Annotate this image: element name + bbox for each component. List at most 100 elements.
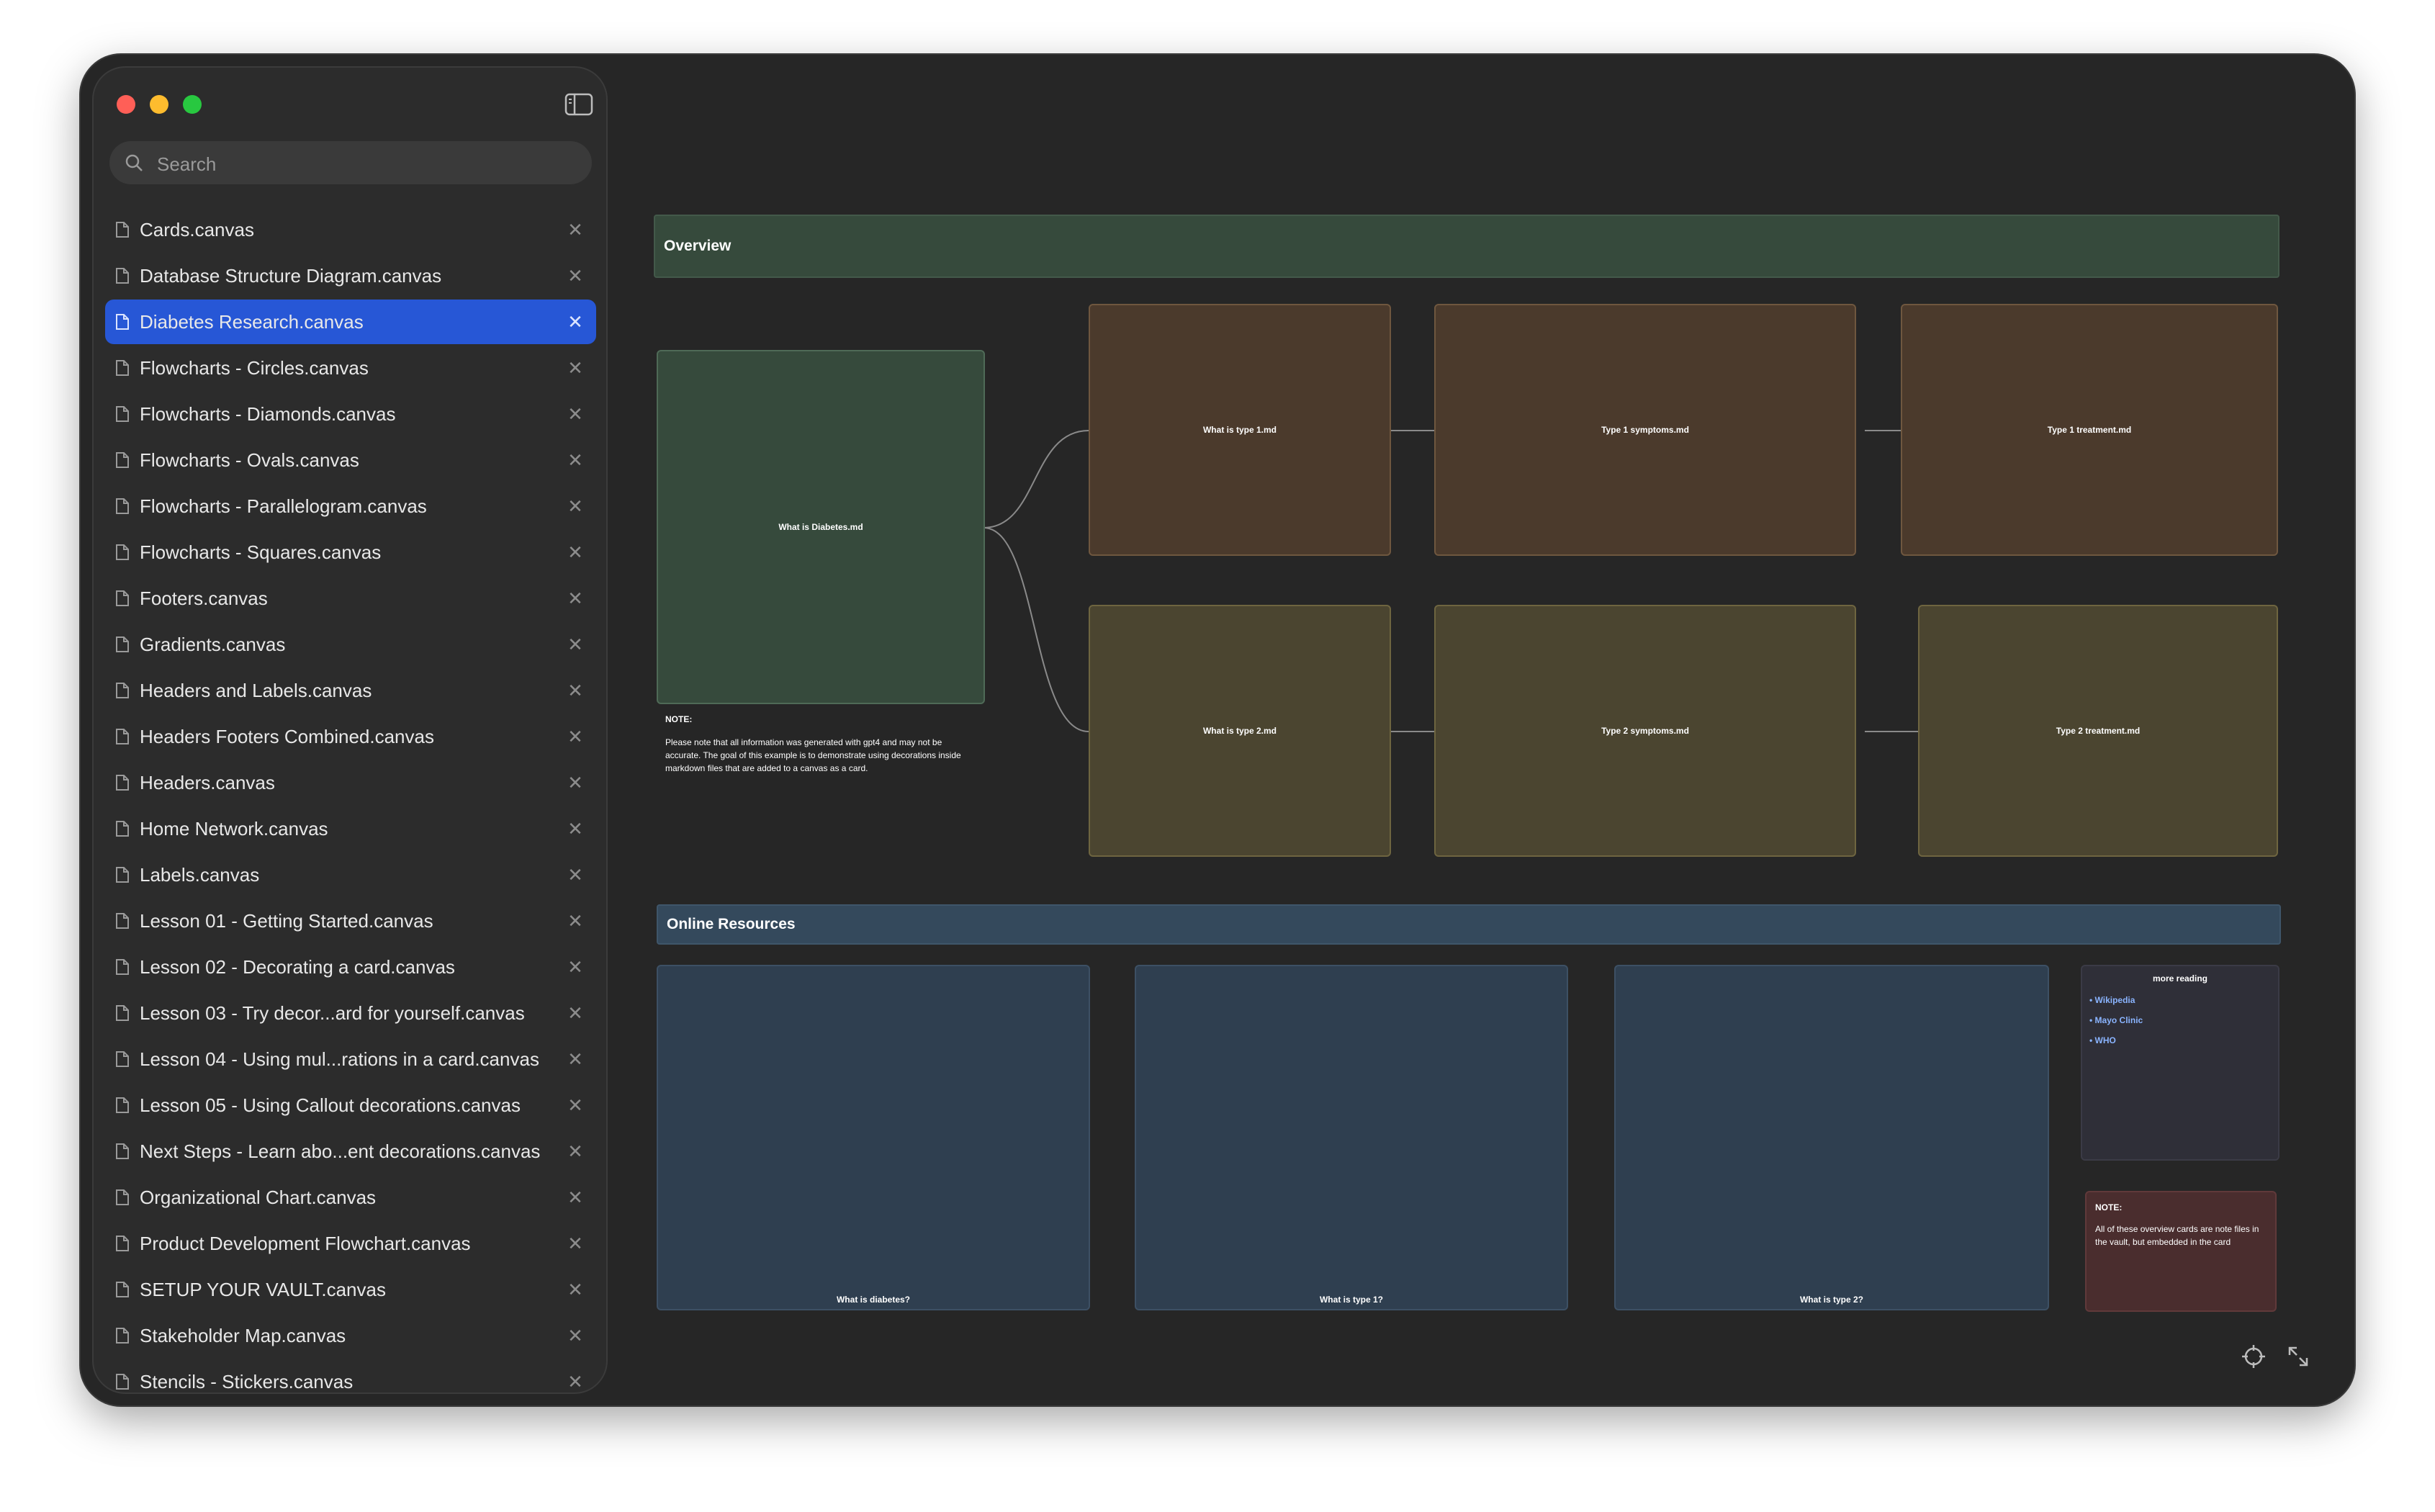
sidebar-file-item[interactable]: Lesson 01 - Getting Started.canvas ✕ [105, 899, 596, 943]
sidebar-file-item[interactable]: Lesson 03 - Try decor...ard for yourself… [105, 991, 596, 1035]
file-label: Stakeholder Map.canvas [140, 1324, 346, 1346]
file-label: Footers.canvas [140, 587, 268, 609]
maximize-window-button[interactable] [183, 95, 202, 114]
close-icon[interactable]: ✕ [564, 1187, 586, 1208]
sidebar-file-item[interactable]: Stakeholder Map.canvas ✕ [105, 1313, 596, 1358]
link-wikipedia[interactable]: • Wikipedia [2089, 995, 2143, 1005]
sidebar-file-item[interactable]: Diabetes Research.canvas ✕ [105, 300, 596, 344]
sidebar-file-item[interactable]: Lesson 05 - Using Callout decorations.ca… [105, 1083, 596, 1128]
sidebar-file-item[interactable]: Lesson 04 - Using mul...rations in a car… [105, 1037, 596, 1081]
card-type1-treatment[interactable]: Type 1 treatment.md [1901, 304, 2278, 556]
sidebar-file-item[interactable]: Database Structure Diagram.canvas ✕ [105, 253, 596, 298]
close-icon[interactable]: ✕ [564, 1279, 586, 1300]
close-icon[interactable]: ✕ [564, 864, 586, 886]
note-gpt4-disclaimer[interactable]: NOTE: Please note that all information w… [665, 713, 975, 775]
file-label: SETUP YOUR VAULT.canvas [140, 1278, 386, 1300]
file-icon [115, 1235, 130, 1252]
minimize-window-button[interactable] [150, 95, 168, 114]
close-icon[interactable]: ✕ [564, 311, 586, 333]
close-icon[interactable]: ✕ [564, 1048, 586, 1070]
close-icon[interactable]: ✕ [564, 1325, 586, 1346]
sidebar-file-item[interactable]: Flowcharts - Squares.canvas ✕ [105, 530, 596, 575]
card-online-what-is-diabetes[interactable]: What is diabetes? [657, 965, 1090, 1310]
search-input[interactable]: Search [109, 141, 592, 184]
card-title: Type 1 treatment.md [2047, 425, 2132, 435]
close-icon[interactable]: ✕ [564, 634, 586, 655]
sidebar-file-item[interactable]: Home Network.canvas ✕ [105, 806, 596, 851]
close-window-button[interactable] [117, 95, 135, 114]
file-icon [115, 1327, 130, 1344]
card-what-is-type1[interactable]: What is type 1.md [1089, 304, 1391, 556]
close-icon[interactable]: ✕ [564, 495, 586, 517]
sidebar-file-item[interactable]: Lesson 02 - Decorating a card.canvas ✕ [105, 945, 596, 989]
fullscreen-icon[interactable] [2284, 1342, 2313, 1371]
sidebar-file-item[interactable]: Labels.canvas ✕ [105, 852, 596, 897]
card-title: What is type 2? [1799, 1295, 1863, 1305]
sidebar-file-item[interactable]: Stencils - Stickers.canvas ✕ [105, 1359, 596, 1392]
close-icon[interactable]: ✕ [564, 357, 586, 379]
sidebar-file-item[interactable]: Headers.canvas ✕ [105, 760, 596, 805]
card-note-overview-cards[interactable]: NOTE: All of these overview cards are no… [2085, 1191, 2277, 1312]
close-icon[interactable]: ✕ [564, 1233, 586, 1254]
close-icon[interactable]: ✕ [564, 1094, 586, 1116]
sidebar-file-item[interactable]: Flowcharts - Circles.canvas ✕ [105, 346, 596, 390]
close-icon[interactable]: ✕ [564, 818, 586, 840]
card-title: What is type 1.md [1202, 425, 1277, 435]
card-what-is-diabetes[interactable]: What is Diabetes.md [657, 350, 985, 704]
recenter-icon[interactable] [2239, 1342, 2268, 1371]
file-label: Labels.canvas [140, 863, 260, 886]
close-icon[interactable]: ✕ [564, 772, 586, 793]
sidebar-file-item[interactable]: Organizational Chart.canvas ✕ [105, 1175, 596, 1220]
link-who[interactable]: • WHO [2089, 1035, 2143, 1045]
close-icon[interactable]: ✕ [564, 910, 586, 932]
file-icon [115, 682, 130, 699]
file-icon [115, 1097, 130, 1114]
link-mayo-clinic[interactable]: • Mayo Clinic [2089, 1015, 2143, 1025]
file-label: Product Development Flowchart.canvas [140, 1232, 471, 1254]
file-label: Cards.canvas [140, 218, 254, 240]
card-type2-treatment[interactable]: Type 2 treatment.md [1918, 605, 2278, 857]
sidebar-file-item[interactable]: Next Steps - Learn abo...ent decorations… [105, 1129, 596, 1174]
close-icon[interactable]: ✕ [564, 265, 586, 287]
close-icon[interactable]: ✕ [564, 219, 586, 240]
sidebar-file-item[interactable]: Flowcharts - Parallelogram.canvas ✕ [105, 484, 596, 528]
card-online-what-is-type2[interactable]: What is type 2? [1614, 965, 2049, 1310]
card-more-reading[interactable]: more reading • Wikipedia • Mayo Clinic •… [2081, 965, 2279, 1161]
file-label: Lesson 03 - Try decor...ard for yourself… [140, 1002, 525, 1024]
file-icon [115, 912, 130, 930]
close-icon[interactable]: ✕ [564, 403, 586, 425]
sidebar-file-item[interactable]: Gradients.canvas ✕ [105, 622, 596, 667]
sidebar-file-item[interactable]: Flowcharts - Diamonds.canvas ✕ [105, 392, 596, 436]
card-what-is-type2[interactable]: What is type 2.md [1089, 605, 1391, 857]
file-icon [115, 1143, 130, 1160]
file-icon [115, 313, 130, 330]
close-icon[interactable]: ✕ [564, 680, 586, 701]
close-icon[interactable]: ✕ [564, 541, 586, 563]
sidebar-file-item[interactable]: Cards.canvas ✕ [105, 207, 596, 252]
sidebar-file-item[interactable]: Flowcharts - Ovals.canvas ✕ [105, 438, 596, 482]
file-label: Gradients.canvas [140, 633, 286, 655]
file-label: Headers Footers Combined.canvas [140, 725, 434, 747]
card-title: What is diabetes? [836, 1295, 911, 1305]
close-icon[interactable]: ✕ [564, 1371, 586, 1392]
sidebar-file-item[interactable]: Footers.canvas ✕ [105, 576, 596, 621]
sidebar-toggle-icon[interactable] [564, 92, 593, 117]
close-icon[interactable]: ✕ [564, 588, 586, 609]
sidebar-file-item[interactable]: Headers Footers Combined.canvas ✕ [105, 714, 596, 759]
online-resources-label-bar[interactable]: Online Resources [657, 904, 2281, 945]
card-type1-symptoms[interactable]: Type 1 symptoms.md [1434, 304, 1856, 556]
close-icon[interactable]: ✕ [564, 726, 586, 747]
close-icon[interactable]: ✕ [564, 956, 586, 978]
card-online-what-is-type1[interactable]: What is type 1? [1135, 965, 1568, 1310]
sidebar-file-item[interactable]: SETUP YOUR VAULT.canvas ✕ [105, 1267, 596, 1312]
sidebar-file-item[interactable]: Headers and Labels.canvas ✕ [105, 668, 596, 713]
close-icon[interactable]: ✕ [564, 449, 586, 471]
file-icon [115, 820, 130, 837]
file-icon [115, 774, 130, 791]
close-icon[interactable]: ✕ [564, 1002, 586, 1024]
card-type2-symptoms[interactable]: Type 2 symptoms.md [1434, 605, 1856, 857]
file-label: Headers.canvas [140, 771, 275, 793]
sidebar-file-item[interactable]: Product Development Flowchart.canvas ✕ [105, 1221, 596, 1266]
close-icon[interactable]: ✕ [564, 1140, 586, 1162]
file-label: Flowcharts - Diamonds.canvas [140, 402, 396, 425]
